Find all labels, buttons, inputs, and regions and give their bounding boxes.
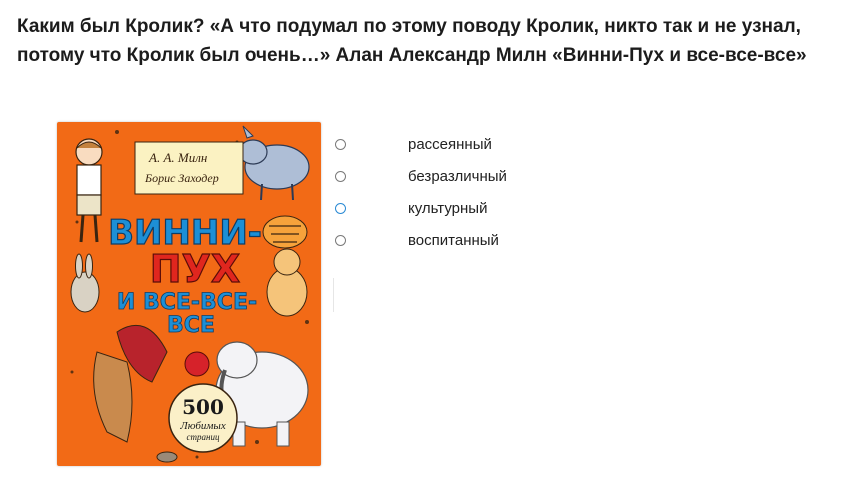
option-label[interactable]: воспитанный [408,232,499,249]
option-kulturnyy[interactable]: культурный [335,192,507,224]
divider [333,278,334,312]
option-label[interactable]: культурный [408,200,487,217]
radio-button[interactable] [335,234,346,246]
tiger-illustration [262,215,308,249]
pages-badge: 500 Любимых страниц [168,383,238,453]
author-1: А. А. Милн [148,150,207,165]
small-animal-illustration [156,451,178,463]
title-line-2: ПУХ [150,247,240,291]
badge-text-2: страниц [187,432,220,442]
radio-button[interactable] [335,170,346,182]
badge-number: 500 [182,395,224,419]
quiz-page: Каким был Кролик? «А что подумал по этом… [0,0,851,479]
title-line-3: И ВСЕ-ВСЕ- [117,290,257,315]
radio-button[interactable] [335,138,346,150]
title-line-4: ВСЕ [167,313,215,338]
answer-options: рассеянный безразличный культурный воспи… [335,128,507,256]
radio-button[interactable] [335,202,346,214]
ball-illustration [184,351,210,377]
badge-text-1: Любимых [179,420,226,432]
book-cover-image: А. А. Милн Борис Заходер ВИННИ- ПУХ И ВС… [57,122,321,466]
question-text: Каким был Кролик? «А что подумал по этом… [17,16,807,66]
option-label[interactable]: рассеянный [408,136,492,153]
option-label[interactable]: безразличный [408,168,507,185]
option-bezrazlichnyy[interactable]: безразличный [335,160,507,192]
author-2: Борис Заходер [144,171,219,185]
option-vospitannyy[interactable]: воспитанный [335,224,507,256]
option-rasseyannyy[interactable]: рассеянный [335,128,507,160]
